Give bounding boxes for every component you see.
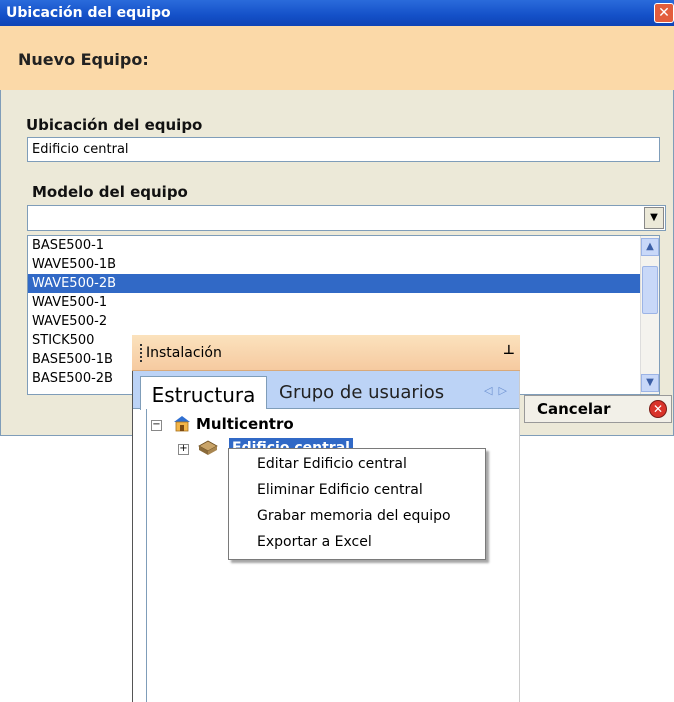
dialog-title: Ubicación del equipo xyxy=(6,5,171,21)
model-label: Modelo del equipo xyxy=(32,183,188,201)
scroll-up-icon[interactable]: ▲ xyxy=(641,238,659,256)
expand-icon[interactable]: + xyxy=(178,444,189,455)
panel-title: Instalación xyxy=(146,345,222,361)
menu-item-export-excel[interactable]: Exportar a Excel xyxy=(257,534,372,550)
scroll-thumb[interactable] xyxy=(642,266,658,314)
context-menu: Editar Edificio central Eliminar Edifici… xyxy=(228,448,486,560)
location-field[interactable]: Edificio central xyxy=(27,137,660,162)
tab-grupo-usuarios[interactable]: Grupo de usuarios xyxy=(279,382,444,403)
menu-item-delete[interactable]: Eliminar Edificio central xyxy=(257,482,423,498)
building-icon xyxy=(198,440,218,455)
menu-item-save-memory[interactable]: Grabar memoria del equipo xyxy=(257,508,451,524)
building-group-icon xyxy=(174,416,190,432)
close-icon[interactable]: ✕ xyxy=(654,3,674,23)
dialog-titlebar[interactable]: Ubicación del equipo xyxy=(0,0,674,26)
cancel-button[interactable]: Cancelar ✕ xyxy=(524,395,672,423)
collapse-icon[interactable]: − xyxy=(151,420,162,431)
dropdown-scrollbar[interactable]: ▲ ▼ xyxy=(640,236,659,394)
model-combobox[interactable] xyxy=(27,205,666,231)
dialog-header: Nuevo Equipo: xyxy=(18,50,149,69)
list-item[interactable]: WAVE500-1 xyxy=(28,293,659,312)
list-item[interactable]: WAVE500-2 xyxy=(28,312,659,331)
panel-titlebar[interactable]: Instalación xyxy=(132,335,520,371)
cancel-x-icon: ✕ xyxy=(649,400,667,418)
menu-item-edit[interactable]: Editar Edificio central xyxy=(257,456,407,472)
list-item[interactable]: BASE500-1 xyxy=(28,236,659,255)
scroll-down-icon[interactable]: ▼ xyxy=(641,374,659,392)
list-item[interactable]: WAVE500-2B xyxy=(28,274,659,293)
tree-node-root[interactable]: Multicentro xyxy=(196,415,294,433)
tab-scroll-arrows-icon[interactable]: ◁▷ xyxy=(484,384,513,397)
pin-icon[interactable]: ⊥ xyxy=(503,343,515,358)
tab-estructura[interactable]: Estructura xyxy=(140,376,267,410)
drag-grip-icon[interactable] xyxy=(140,344,145,362)
location-label: Ubicación del equipo xyxy=(26,116,203,134)
chevron-down-icon[interactable]: ▼ xyxy=(644,207,664,229)
cancel-label: Cancelar xyxy=(537,400,611,418)
list-item[interactable]: WAVE500-1B xyxy=(28,255,659,274)
